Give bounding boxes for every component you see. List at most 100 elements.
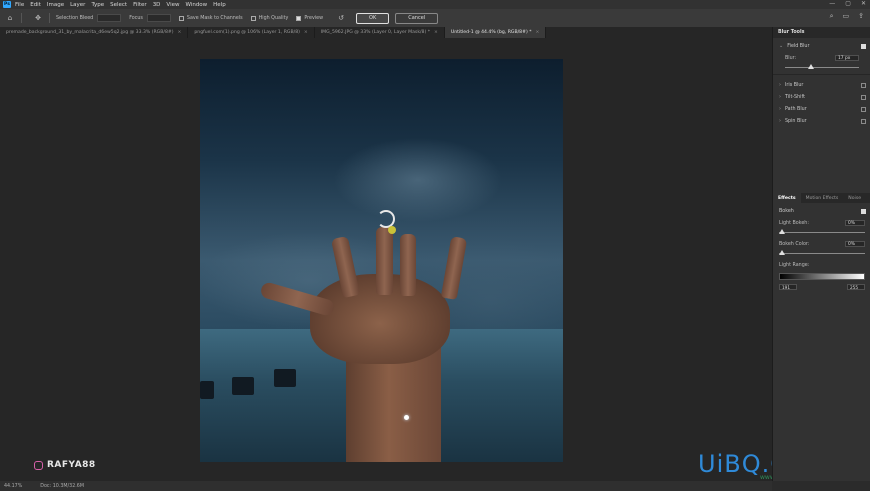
menu-file[interactable]: File: [15, 2, 24, 8]
document-tabs: premade_background_31_by_malacrita_d6ew5…: [0, 27, 772, 38]
share-icon[interactable]: ⇪: [858, 12, 864, 21]
iris-blur-row[interactable]: › Iris Blur: [773, 79, 870, 91]
tilt-shift-row[interactable]: › Tilt-Shift: [773, 91, 870, 103]
instagram-icon: [34, 460, 43, 470]
close-icon[interactable]: ×: [304, 30, 308, 35]
close-icon[interactable]: ×: [434, 30, 438, 35]
pier-post: [274, 369, 296, 387]
bokeh-color-input[interactable]: 0%: [845, 241, 865, 247]
save-mask-option[interactable]: Save Mask to Channels: [178, 15, 243, 21]
window-controls: — ▢ ✕: [829, 0, 866, 7]
menu-select[interactable]: Select: [110, 2, 127, 8]
menu-filter[interactable]: Filter: [133, 2, 147, 8]
chevron-right-icon[interactable]: ›: [779, 118, 781, 124]
menu-edit[interactable]: Edit: [30, 2, 41, 8]
menu-type[interactable]: Type: [91, 2, 104, 8]
search-icon[interactable]: ⌕: [830, 12, 834, 21]
reset-icon[interactable]: ↺: [336, 13, 346, 23]
finger: [376, 227, 393, 295]
path-blur-checkbox[interactable]: [861, 106, 866, 112]
tab-document-1[interactable]: premade_background_31_by_malacrita_d6ew5…: [0, 27, 189, 38]
light-range-low-input[interactable]: 191: [779, 284, 797, 290]
minimize-icon[interactable]: —: [829, 0, 835, 7]
tab-document-3[interactable]: IMG_5962.JPG @ 33% (Layer 0, Layer Mask/…: [315, 27, 445, 38]
photoshop-logo-icon: Ps: [3, 1, 11, 8]
menu-view[interactable]: View: [166, 2, 179, 8]
chevron-right-icon[interactable]: ›: [779, 82, 781, 88]
path-blur-row[interactable]: › Path Blur: [773, 103, 870, 115]
ok-button[interactable]: OK: [356, 12, 390, 24]
menu-help[interactable]: Help: [213, 2, 226, 8]
menu-window[interactable]: Window: [185, 2, 207, 8]
blur-amount-input[interactable]: 17 px: [835, 55, 859, 61]
field-blur-row[interactable]: ⌄ Field Blur: [773, 40, 870, 52]
pin-tool-icon[interactable]: ✥: [33, 13, 43, 23]
spin-blur-row[interactable]: › Spin Blur: [773, 115, 870, 127]
zoom-level[interactable]: 44.17%: [4, 484, 22, 489]
bokeh-row[interactable]: Bokeh: [773, 205, 870, 217]
options-bar: ⌂ ✥ Selection Bleed Focus Save Mask to C…: [0, 9, 870, 28]
menu-3d[interactable]: 3D: [153, 2, 161, 8]
blur-tools-title: Blur Tools: [773, 27, 870, 38]
bokeh-checkbox[interactable]: [861, 208, 866, 214]
instagram-watermark: RAFYA88: [34, 460, 96, 470]
close-icon[interactable]: ×: [536, 30, 540, 35]
light-range-row: Light Range:: [779, 262, 810, 268]
light-bokeh-thumb[interactable]: [779, 229, 785, 234]
high-quality-checkbox[interactable]: [250, 15, 256, 21]
tab-noise[interactable]: Noise: [843, 193, 866, 203]
status-bar: 44.17% Doc: 10.3M/32.6M: [0, 481, 772, 491]
close-icon[interactable]: ×: [178, 30, 182, 35]
light-range-high-input[interactable]: 255: [847, 284, 865, 290]
chevron-down-icon[interactable]: ⌄: [779, 43, 783, 49]
chevron-right-icon[interactable]: ›: [779, 94, 781, 100]
tab-motion-effects[interactable]: Motion Effects: [801, 193, 844, 203]
blur-pin-secondary[interactable]: [404, 415, 409, 420]
blur-amount-row: Blur: 17 px: [773, 52, 870, 64]
home-icon[interactable]: ⌂: [5, 13, 15, 23]
doc-size: Doc: 10.3M/32.6M: [40, 483, 84, 489]
field-blur-checkbox[interactable]: [861, 43, 866, 49]
light-range-gradient[interactable]: [779, 273, 865, 280]
blur-pin[interactable]: [388, 226, 396, 234]
iris-blur-checkbox[interactable]: [861, 82, 866, 88]
spin-blur-checkbox[interactable]: [861, 118, 866, 124]
close-icon[interactable]: ✕: [861, 0, 866, 7]
selection-bleed-label: Selection Bleed: [56, 15, 94, 21]
canvas-area[interactable]: [0, 38, 772, 481]
light-bokeh-slider[interactable]: [779, 229, 865, 235]
tab-document-2[interactable]: pngfuel.com(1).png @ 106% (Layer 1, RGB/…: [188, 27, 315, 38]
finger: [440, 236, 468, 300]
bokeh-color-slider[interactable]: [779, 250, 865, 256]
document-canvas[interactable]: [200, 59, 563, 462]
blur-slider[interactable]: [785, 64, 859, 70]
workspace-icon[interactable]: ▭: [843, 12, 850, 21]
focus-field[interactable]: [146, 14, 171, 22]
light-range-values: 191 255: [779, 284, 865, 290]
preview-checkbox[interactable]: [296, 15, 302, 21]
bokeh-color-thumb[interactable]: [779, 250, 785, 255]
save-mask-checkbox[interactable]: [178, 15, 184, 21]
preview-option[interactable]: Preview: [296, 15, 323, 21]
menu-image[interactable]: Image: [47, 2, 64, 8]
effects-tabs: Effects Motion Effects Noise: [773, 193, 870, 203]
light-bokeh-row: Light Bokeh: 0%: [773, 217, 870, 229]
thumb: [259, 280, 336, 318]
tab-document-4[interactable]: Untitled-1 @ 44.4% (bg, RGB/8#) * ×: [444, 27, 547, 38]
blur-gallery-panel: Blur Tools ⌄ Field Blur Blur: 17 px › Ir…: [772, 27, 870, 481]
chevron-right-icon[interactable]: ›: [779, 106, 781, 112]
light-bokeh-input[interactable]: 0%: [845, 220, 865, 226]
menu-bar: Ps File Edit Image Layer Type Select Fil…: [0, 0, 870, 9]
high-quality-option[interactable]: High Quality: [250, 15, 288, 21]
blur-slider-thumb[interactable]: [807, 64, 814, 69]
cancel-button[interactable]: Cancel: [395, 12, 439, 24]
bokeh-color-row: Bokeh Color: 0%: [773, 238, 870, 250]
tab-effects[interactable]: Effects: [773, 193, 801, 203]
maximize-icon[interactable]: ▢: [845, 0, 851, 7]
focus-label: Focus: [129, 15, 143, 21]
effects-panel: Bokeh Light Bokeh: 0% Bokeh Color: 0% Li…: [773, 205, 870, 290]
menu-layer[interactable]: Layer: [70, 2, 85, 8]
tilt-shift-checkbox[interactable]: [861, 94, 866, 100]
selection-bleed-field[interactable]: [97, 14, 122, 22]
finger: [400, 234, 416, 296]
